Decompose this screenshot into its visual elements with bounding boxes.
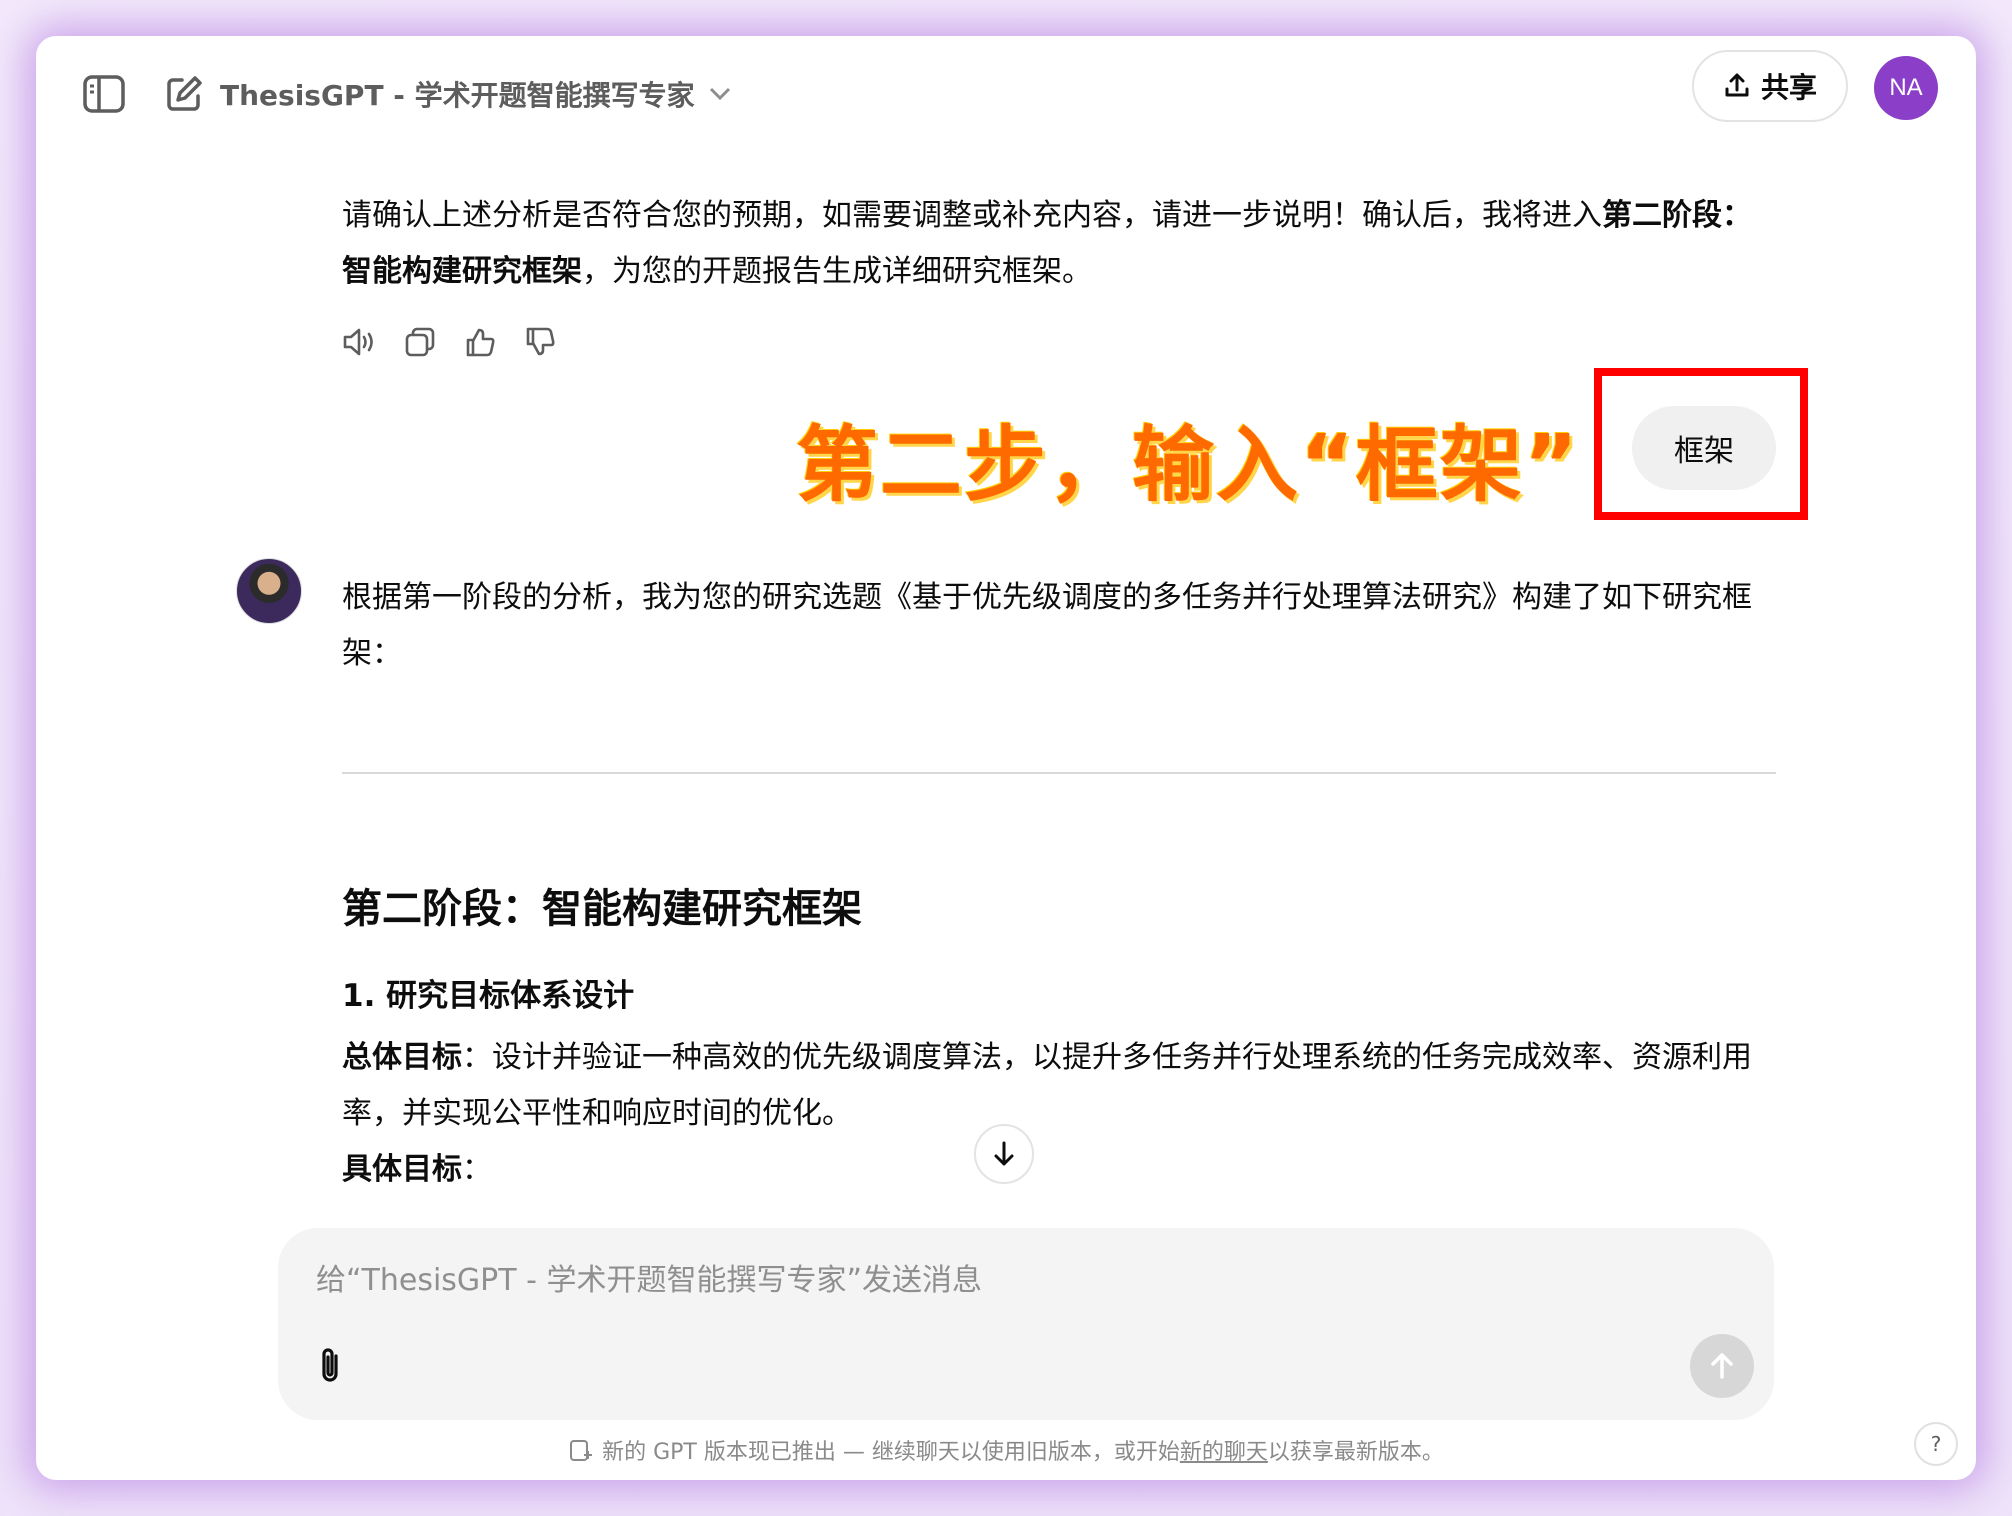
help-button[interactable]: ? [1914, 1422, 1958, 1466]
new-gpt-icon [570, 1440, 593, 1461]
notice-text: — 继续聊天以使用旧版本，或开始 [835, 1440, 1180, 1465]
message-composer [278, 1228, 1774, 1420]
divider [342, 772, 1776, 774]
model-title-text: ThesisGPT - 学术开题智能撰写专家 [220, 79, 695, 112]
user-avatar[interactable]: NA [1874, 56, 1938, 120]
arrow-down-icon [994, 1141, 1014, 1166]
specific-goal-colon: ： [462, 1152, 492, 1187]
specific-goal-paragraph: 具体目标： [342, 1142, 1762, 1198]
gpt-avatar [236, 558, 302, 624]
read-aloud-icon[interactable] [342, 324, 378, 360]
new-chat-icon[interactable] [156, 66, 212, 122]
notice-tail: 以获享最新版本。 [1267, 1440, 1444, 1465]
message-actions [342, 324, 558, 360]
notice-lead: 新的 GPT 版本现已推出 [602, 1440, 836, 1465]
assistant-reply-intro: 根据第一阶段的分析，我为您的研究选题《基于优先级调度的多任务并行处理算法研究》构… [342, 580, 1752, 671]
message-input[interactable] [314, 1254, 1718, 1306]
section-heading: 第二阶段：智能构建研究框架 [342, 886, 862, 932]
upload-icon [1725, 73, 1749, 97]
copy-icon[interactable] [402, 324, 438, 360]
chevron-down-icon [709, 87, 730, 101]
message-text-tail: ，为您的开题报告生成详细研究框架。 [582, 254, 1092, 289]
overall-goal-label: 总体目标 [342, 1040, 462, 1075]
annotation-highlight-box [1594, 368, 1808, 520]
tutorial-annotation: 第二步，输入“框架” [796, 418, 1580, 513]
subsection-heading: 1. 研究目标体系设计 [342, 978, 635, 1014]
model-selector[interactable]: ThesisGPT - 学术开题智能撰写专家 [220, 72, 731, 116]
new-chat-link[interactable]: 新的聊天 [1180, 1440, 1268, 1465]
share-button[interactable]: 共享 [1692, 50, 1848, 122]
overall-goal-paragraph: 总体目标：设计并验证一种高效的优先级调度算法，以提升多任务并行处理系统的任务完成… [342, 1030, 1762, 1142]
chat-window: ThesisGPT - 学术开题智能撰写专家 共享 NA 请确认上述分析是否符合… [36, 36, 1976, 1480]
version-notice: 新的 GPT 版本现已推出 — 继续聊天以使用旧版本，或开始新的聊天以获享最新版… [36, 1434, 1976, 1466]
attach-icon[interactable] [308, 1344, 352, 1388]
thumbs-down-icon[interactable] [522, 324, 558, 360]
overall-goal-text: ：设计并验证一种高效的优先级调度算法，以提升多任务并行处理系统的任务完成效率、资… [342, 1040, 1752, 1131]
scroll-to-bottom-button[interactable] [974, 1124, 1034, 1184]
send-button[interactable] [1690, 1334, 1754, 1398]
message-text: 请确认上述分析是否符合您的预期，如需要调整或补充内容，请进一步说明！确认后，我将… [342, 198, 1602, 233]
assistant-message-prev: 请确认上述分析是否符合您的预期，如需要调整或补充内容，请进一步说明！确认后，我将… [342, 188, 1762, 300]
share-label: 共享 [1760, 71, 1817, 104]
top-bar: ThesisGPT - 学术开题智能撰写专家 共享 NA [36, 36, 1976, 136]
arrow-up-icon [1711, 1353, 1733, 1379]
specific-goal-label: 具体目标 [342, 1152, 462, 1187]
sidebar-toggle-icon[interactable] [76, 66, 132, 122]
thumbs-up-icon[interactable] [462, 324, 498, 360]
